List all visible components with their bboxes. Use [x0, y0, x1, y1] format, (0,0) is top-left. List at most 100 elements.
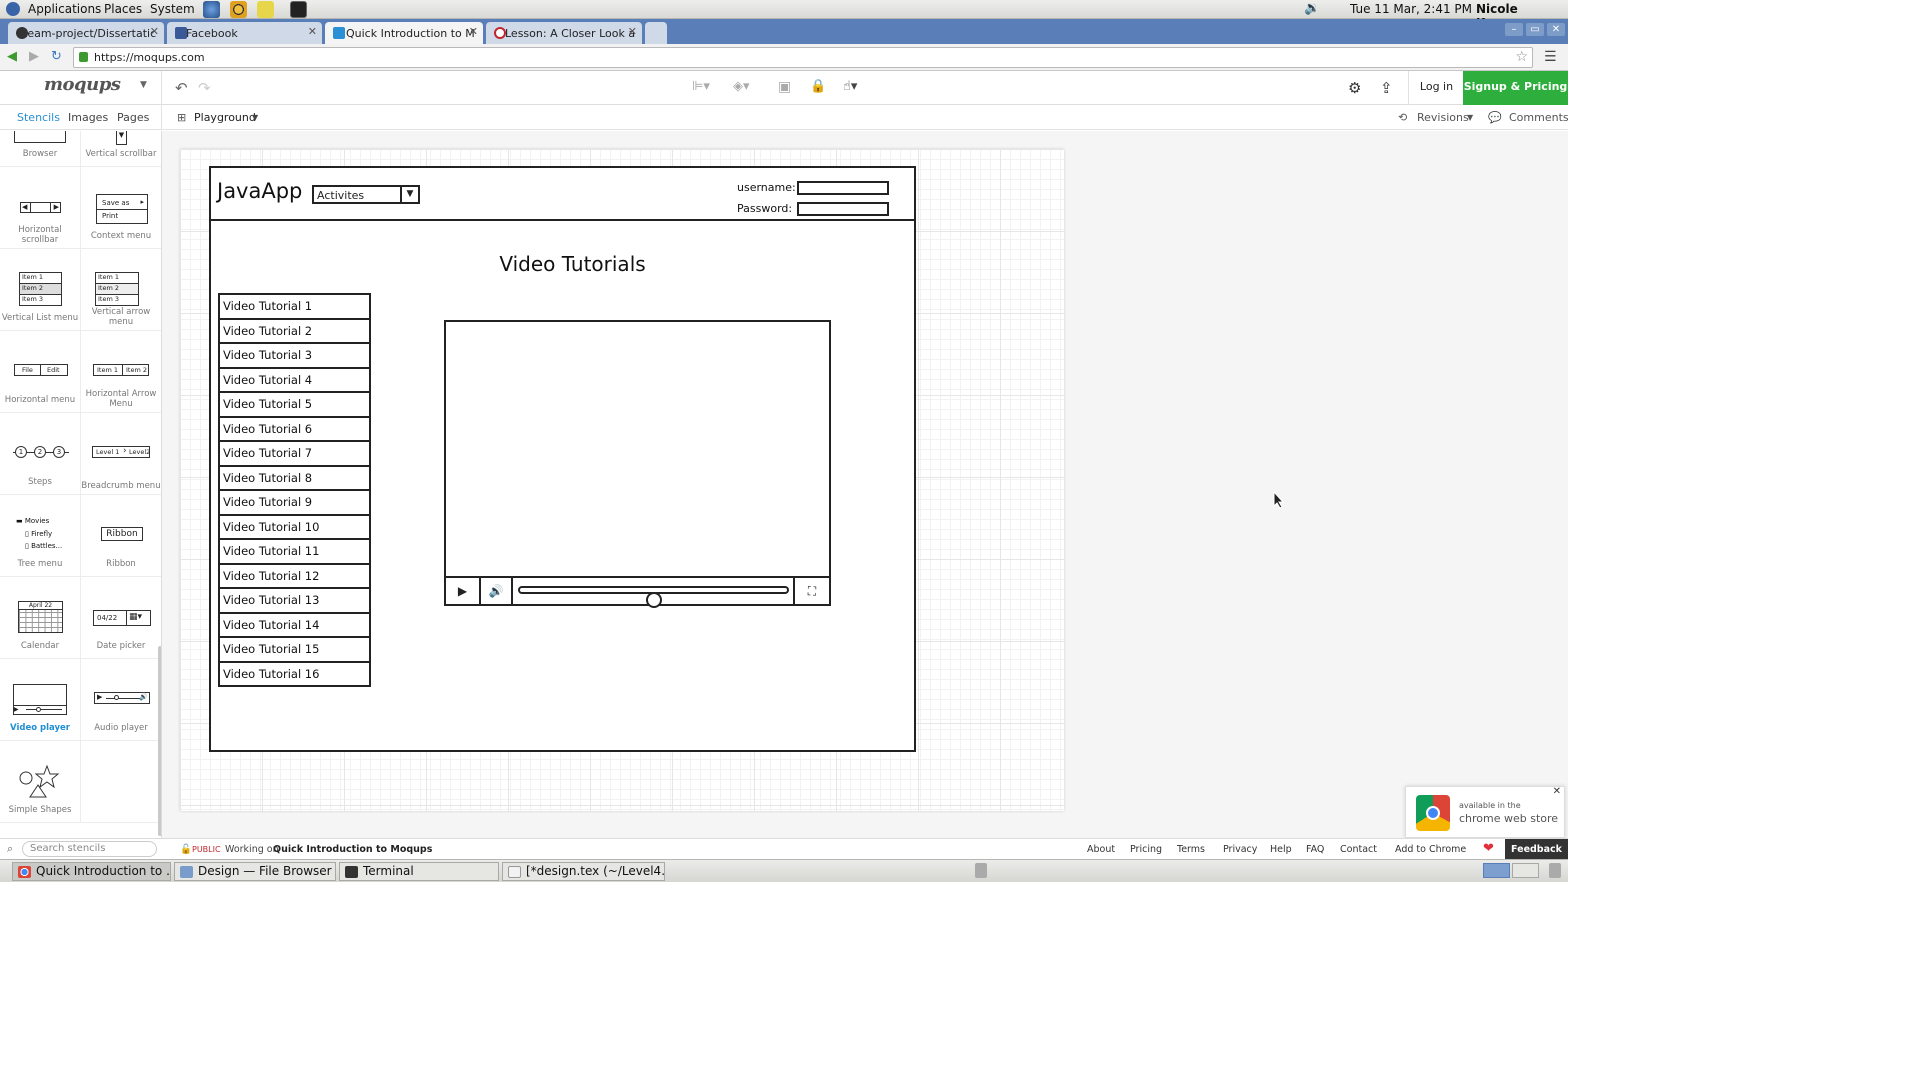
tab-oracle[interactable]: Lesson: A Closer Look a ✕ [486, 22, 642, 44]
workspace-1[interactable] [1483, 863, 1510, 878]
tutorial-list-item[interactable]: Video Tutorial 3 [220, 344, 369, 369]
close-icon[interactable]: ✕ [628, 25, 637, 38]
reload-icon[interactable]: ↻ [51, 49, 62, 64]
task-chrome[interactable]: Quick Introduction to ... [12, 862, 171, 881]
window-close-icon[interactable]: ✕ [1547, 23, 1565, 36]
group-icon[interactable]: ▣ [778, 79, 791, 95]
trash-icon[interactable] [1549, 863, 1561, 878]
footer-link-about[interactable]: About [1087, 844, 1115, 855]
stencil-calendar[interactable]: April 22 Calendar [0, 577, 81, 659]
progress-knob[interactable] [645, 592, 662, 608]
new-tab-button[interactable] [645, 22, 667, 44]
menu-applications[interactable]: Applications [28, 2, 101, 16]
footer-link-pricing[interactable]: Pricing [1130, 844, 1162, 855]
chevron-down-icon[interactable]: ▼ [252, 113, 258, 122]
chrome-launcher-icon[interactable] [230, 1, 247, 18]
task-file-browser[interactable]: Design — File Browser [174, 862, 336, 881]
search-stencils-input[interactable]: Search stencils [22, 841, 157, 857]
tutorial-list-item[interactable]: Video Tutorial 7 [220, 442, 369, 467]
trash-icon[interactable] [975, 863, 987, 878]
tab-facebook[interactable]: Facebook ✕ [167, 22, 322, 44]
clock[interactable]: Tue 11 Mar, 2:41 PM [1350, 2, 1472, 16]
signup-pricing-button[interactable]: Signup & Pricing [1463, 71, 1568, 105]
forward-icon[interactable]: ▶ [29, 49, 39, 64]
stencil-ribbon[interactable]: Ribbon Ribbon [81, 495, 161, 577]
interaction-hand-icon[interactable]: ☝▾ [843, 79, 857, 94]
bookmark-star-icon[interactable]: ☆ [1515, 49, 1528, 65]
workspace-2[interactable] [1512, 863, 1539, 878]
document-title[interactable]: Quick Introduction to Moqups [273, 844, 432, 855]
tab-images[interactable]: Images [68, 111, 108, 124]
tutorial-list-item[interactable]: Video Tutorial 6 [220, 418, 369, 442]
tab-moqups[interactable]: Quick Introduction to M ✕ [325, 22, 483, 44]
tutorial-list-item[interactable]: Video Tutorial 16 [220, 663, 369, 687]
close-icon[interactable]: ✕ [308, 25, 317, 38]
back-icon[interactable]: ◀ [7, 49, 17, 64]
comments-button[interactable]: Comments [1509, 111, 1568, 124]
stencil-steps[interactable]: 1 2 3 Steps [0, 413, 81, 495]
align-icon[interactable]: ⊫▾ [692, 79, 710, 94]
tutorial-list-item[interactable]: Video Tutorial 8 [220, 467, 369, 491]
chevron-down-icon[interactable]: ▼ [400, 187, 418, 202]
maximize-icon[interactable]: ▭ [1526, 23, 1544, 36]
stencil-audio-player[interactable]: ▶ 🔊 Audio player [81, 659, 161, 741]
close-icon[interactable]: ✕ [150, 25, 159, 38]
feedback-button[interactable]: Feedback [1505, 839, 1568, 860]
chevron-down-icon[interactable]: ▼ [1467, 113, 1473, 122]
footer-link-contact[interactable]: Contact [1340, 844, 1377, 855]
terminal-launcher-icon[interactable] [290, 1, 307, 18]
tab-pages[interactable]: Pages [117, 111, 149, 124]
tutorial-list-item[interactable]: Video Tutorial 10 [220, 516, 369, 540]
footer-link-faq[interactable]: FAQ [1306, 844, 1324, 855]
stencil-horizontal-arrow-menu[interactable]: Item 1 Item 2 Horizontal Arrow Menu [81, 331, 161, 413]
tab-github[interactable]: team-project/Dissertatic ✕ [8, 22, 164, 44]
settings-gear-icon[interactable]: ⚙ [1348, 79, 1361, 97]
fullscreen-icon[interactable]: ⛶ [793, 578, 829, 604]
tutorial-list-item[interactable]: Video Tutorial 13 [220, 589, 369, 614]
progress-track[interactable] [518, 586, 789, 608]
stencil-horizontal-scrollbar[interactable]: ◀ ▶ Horizontal scrollbar [0, 167, 81, 249]
stencil-vertical-list-menu[interactable]: Item 1 Item 2 Item 3 Vertical List menu [0, 249, 81, 331]
task-terminal[interactable]: Terminal [339, 862, 499, 881]
volume-icon[interactable]: 🔉 [1304, 1, 1320, 16]
menu-system[interactable]: System [150, 2, 195, 16]
password-field[interactable] [797, 202, 889, 216]
tutorial-list-item[interactable]: Video Tutorial 14 [220, 614, 369, 638]
stencil-vertical-arrow-menu[interactable]: Item 1 Item 2 Item 3 Vertical arrow menu [81, 249, 161, 331]
tutorial-list-item[interactable]: Video Tutorial 15 [220, 638, 369, 663]
tutorial-list-item[interactable]: Video Tutorial 5 [220, 393, 369, 418]
close-icon[interactable]: ✕ [469, 25, 478, 38]
revisions-button[interactable]: Revisions [1417, 111, 1469, 124]
mockup-window[interactable]: JavaApp Activites ▼ username: Password: … [209, 166, 916, 752]
login-button[interactable]: Log in [1408, 71, 1464, 105]
footer-link-help[interactable]: Help [1270, 844, 1292, 855]
chrome-web-store-popup[interactable]: available in the chrome web store ✕ [1405, 786, 1565, 838]
task-text-editor[interactable]: [*design.tex (~/Level4... [502, 862, 665, 881]
arrange-layers-icon[interactable]: ◈▾ [733, 79, 750, 94]
notes-launcher-icon[interactable] [257, 1, 274, 18]
browser-launcher-icon[interactable] [203, 1, 220, 18]
play-icon[interactable]: ▶ [446, 578, 481, 604]
stencil-browser[interactable]: Browser [0, 131, 81, 167]
stencil-tree-menu[interactable]: ▬ Movies ▯ Firefly ▯ Battles... Tree men… [0, 495, 81, 577]
tutorial-list-item[interactable]: Video Tutorial 11 [220, 540, 369, 565]
heart-icon[interactable]: ❤ [1483, 841, 1494, 856]
stencil-horizontal-menu[interactable]: File Edit Horizontal menu [0, 331, 81, 413]
stencil-vertical-scrollbar[interactable]: ▼ Vertical scrollbar [81, 131, 161, 167]
logo-menu-chevron-icon[interactable]: ▼ [140, 80, 147, 90]
stencil-context-menu[interactable]: Save as ▸ Print Context menu [81, 167, 161, 249]
share-icon[interactable]: ⇪ [1380, 79, 1393, 97]
menu-places[interactable]: Places [104, 2, 142, 16]
stencil-breadcrumb-menu[interactable]: Level 1 › Level2 Breadcrumb menu [81, 413, 161, 495]
username-field[interactable] [797, 181, 889, 195]
undo-icon[interactable]: ↶ [175, 79, 188, 97]
tutorial-list-item[interactable]: Video Tutorial 4 [220, 369, 369, 393]
stencil-date-picker[interactable]: 04/22 ▦▾ Date picker [81, 577, 161, 659]
minimize-icon[interactable]: – [1505, 23, 1523, 36]
volume-icon[interactable]: 🔊 [481, 578, 513, 604]
activities-dropdown[interactable]: Activites ▼ [312, 185, 420, 204]
stencil-simple-shapes[interactable]: Simple Shapes [0, 741, 81, 823]
lock-icon[interactable]: 🔒 [810, 79, 826, 94]
gnome-foot-icon[interactable] [6, 2, 20, 16]
tab-stencils[interactable]: Stencils [17, 111, 60, 124]
